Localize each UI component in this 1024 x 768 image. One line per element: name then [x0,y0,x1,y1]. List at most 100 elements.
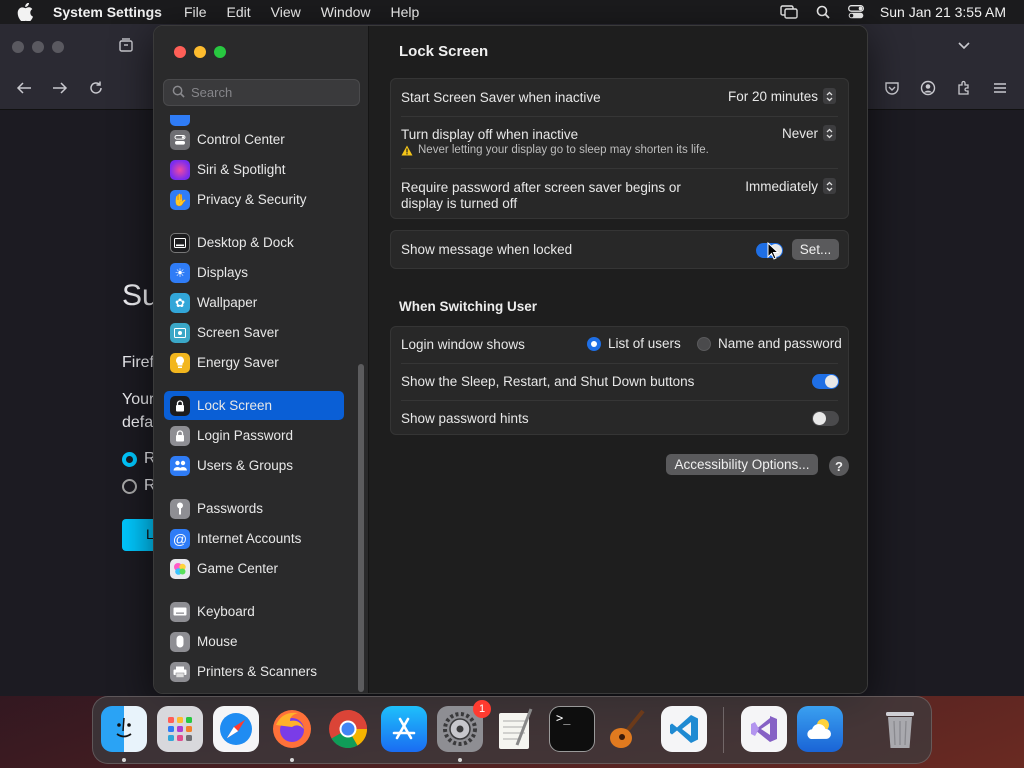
sidebar-scrollbar[interactable] [358,364,364,692]
up-down-chevron-icon [823,125,836,141]
menu-app-name[interactable]: System Settings [53,4,162,20]
sidebar-item-displays[interactable]: ☀ Displays [164,258,344,287]
display-off-popup[interactable]: Never [782,125,836,141]
sidebar-search[interactable] [163,79,360,106]
launchpad-icon[interactable] [157,706,203,752]
visual-studio-icon[interactable] [741,706,787,752]
search-input[interactable] [191,85,351,100]
sidebar-item-label: Displays [197,265,249,280]
sidebar-item-game-center[interactable]: Game Center [164,554,344,583]
sidebar-item-label: Lock Screen [197,398,273,413]
sidebar-item-lock-screen[interactable]: Lock Screen [164,391,344,420]
forward-arrow-icon[interactable] [52,80,68,101]
firefox-icon[interactable] [269,706,315,752]
set-message-button[interactable]: Set... [792,239,839,260]
app-store-icon[interactable] [381,706,427,752]
radio-name-and-password[interactable]: Name and password [697,336,842,351]
safari-icon[interactable] [213,706,259,752]
account-icon[interactable] [920,80,936,101]
sidebar-item-control-center[interactable]: Control Center [164,125,344,154]
textedit-icon[interactable] [493,706,539,752]
accessibility-options-button[interactable]: Accessibility Options... [666,454,818,475]
system-settings-icon[interactable]: 1 [437,700,491,752]
vscode-icon[interactable] [661,706,707,752]
sidebar-item-screen-saver[interactable]: Screen Saver [164,318,344,347]
window-minimize-button[interactable] [194,46,206,58]
display-off-warning-text: Never letting your display go to sleep m… [418,144,709,156]
sidebar-item-passwords[interactable]: Passwords [164,494,344,523]
dock: 1 >_ [92,696,932,764]
sidebar-item-users-groups[interactable]: Users & Groups [164,451,344,480]
tab-overview-icon[interactable] [118,37,134,58]
row-divider [401,400,838,401]
partial-icon [170,115,190,126]
show-message-label: Show message when locked [401,242,573,257]
system-settings-window: Control Center Siri & Spotlight ✋ Privac… [153,25,868,694]
sidebar-item-energy-saver[interactable]: Energy Saver [164,348,344,377]
require-password-popup[interactable]: Immediately [745,178,836,194]
screen-saver-popup[interactable]: For 20 minutes [728,88,836,104]
at-icon: @ [170,528,190,549]
menu-view[interactable]: View [271,4,301,20]
apple-icon[interactable] [17,3,37,21]
weather-icon[interactable] [797,706,843,752]
sidebar-item-label: Energy Saver [197,355,279,370]
reload-icon[interactable] [88,80,104,101]
sidebar-item-internet-accounts[interactable]: @ Internet Accounts [164,524,344,553]
spotlight-search-icon[interactable] [816,5,830,19]
extensions-icon[interactable] [956,80,972,101]
printer-icon [170,661,190,682]
lock-icon [170,395,190,416]
mouse-icon [170,631,190,652]
row-divider [401,116,838,117]
help-button[interactable]: ? [829,456,849,476]
chevron-down-icon[interactable] [956,37,972,58]
password-hints-label: Show password hints [401,411,529,426]
sleep-buttons-toggle[interactable] [812,374,839,389]
menu-edit[interactable]: Edit [227,4,251,20]
sidebar-item-keyboard[interactable]: Keyboard [164,597,344,626]
users-icon [170,455,190,476]
radio-list-of-users[interactable]: List of users [587,336,681,351]
siri-icon [170,159,190,180]
screen-mirroring-icon[interactable] [780,5,798,19]
sidebar-item-label: Mouse [197,634,238,649]
sidebar-item-desktop-dock[interactable]: Desktop & Dock [164,228,344,257]
trash-icon[interactable] [877,706,923,752]
menu-file[interactable]: File [184,4,207,20]
control-center-icon [170,129,190,150]
back-arrow-icon[interactable] [16,80,32,101]
sidebar-item-privacy-security[interactable]: ✋ Privacy & Security [164,185,344,214]
browser-page-text: defa [122,414,154,431]
sidebar-item-label: Passwords [197,501,264,516]
sidebar-item-wallpaper[interactable]: ✿ Wallpaper [164,288,344,317]
up-down-chevron-icon [823,178,836,194]
control-center-icon[interactable] [847,5,864,19]
toggle-knob [813,412,826,425]
hamburger-menu-icon[interactable] [992,80,1008,101]
menu-window[interactable]: Window [321,4,371,20]
browser-radio[interactable] [122,452,137,467]
sidebar-item-login-password[interactable]: Login Password [164,421,344,450]
window-zoom-button[interactable] [214,46,226,58]
browser-radio[interactable] [122,479,137,494]
radio-label: Name and password [718,336,842,351]
terminal-icon[interactable]: >_ [549,706,595,752]
sidebar-item-siri-spotlight[interactable]: Siri & Spotlight [164,155,344,184]
menu-help[interactable]: Help [391,4,420,20]
login-window-label: Login window shows [401,337,525,352]
sidebar-item-mouse[interactable]: Mouse [164,627,344,656]
finder-icon[interactable] [101,706,147,752]
window-close-button[interactable] [174,46,186,58]
chrome-icon[interactable] [325,706,371,752]
sidebar: Control Center Siri & Spotlight ✋ Privac… [154,26,369,693]
running-indicator [290,758,294,762]
guitar-icon[interactable] [605,706,651,752]
dock-separator [723,707,724,753]
pocket-icon[interactable] [884,80,900,101]
menu-clock[interactable]: Sun Jan 21 3:55 AM [880,4,1006,20]
sidebar-item-printers-scanners[interactable]: Printers & Scanners [164,657,344,686]
password-hints-toggle[interactable] [812,411,839,426]
radio-label: List of users [608,336,681,351]
require-password-label-line1: Require password after screen saver begi… [401,180,681,195]
